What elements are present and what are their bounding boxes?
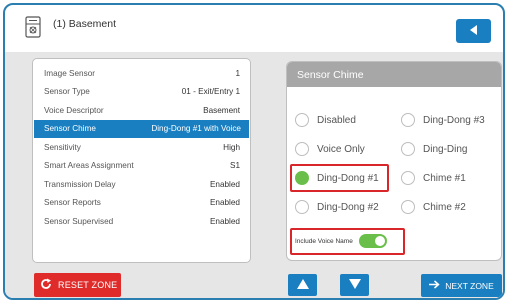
reset-zone-button[interactable]: RESET ZONE [34,273,121,297]
setting-value: 01 - Exit/Entry 1 [181,87,240,97]
list-item[interactable]: Sensor Reports Enabled [33,194,250,213]
setting-label: Sensor Chime [44,124,96,134]
setting-value: Enabled [209,179,240,189]
setting-label: Sensor Supervised [44,216,114,226]
voice-toggle-highlight [290,228,405,255]
setting-label: Image Sensor [44,68,95,78]
sensor-device-icon [25,16,41,38]
down-arrow-icon [348,276,361,294]
zone-settings-screen: (1) Basement Image Sensor 1 Sensor Type … [3,3,505,300]
setting-label: Sensor Type [44,87,90,97]
chime-option-disabled[interactable]: Disabled [295,113,356,127]
panel-title: Sensor Chime [287,62,501,87]
chime-option-ding-ding[interactable]: Ding-Ding [401,142,467,156]
selection-highlight [290,164,389,192]
setting-label: Smart Areas Assignment [44,161,134,171]
radio-button[interactable] [401,142,415,156]
move-up-button[interactable] [288,274,317,296]
chime-option-chime-1[interactable]: Chime #1 [401,171,466,185]
list-item[interactable]: Image Sensor 1 [33,64,250,83]
header: (1) Basement [5,5,503,45]
settings-list: Image Sensor 1 Sensor Type 01 - Exit/Ent… [32,58,251,263]
option-label: Ding-Dong #3 [423,114,485,126]
reset-zone-label: RESET ZONE [58,280,118,290]
option-label: Chime #1 [423,172,466,184]
option-label: Chime #2 [423,201,466,213]
radio-button[interactable] [295,142,309,156]
next-zone-button[interactable]: NEXT ZONE [421,274,502,297]
option-label: Voice Only [317,143,365,155]
chime-option-ding-dong-2[interactable]: Ding-Dong #2 [295,200,379,214]
option-label: Ding-Ding [423,143,468,155]
chime-option-ding-dong-3[interactable]: Ding-Dong #3 [401,113,485,127]
radio-button[interactable] [401,171,415,185]
radio-button[interactable] [401,113,415,127]
page-title: (1) Basement [53,18,117,30]
list-item[interactable]: Sensor Type 01 - Exit/Entry 1 [33,83,250,102]
option-label: Ding-Dong #2 [317,201,379,213]
list-item[interactable]: Transmission Delay Enabled [33,175,250,194]
setting-value: 1 [235,68,240,78]
back-button[interactable] [456,19,491,43]
list-item[interactable]: Smart Areas Assignment S1 [33,157,250,176]
setting-label: Voice Descriptor [44,105,104,115]
radio-button[interactable] [295,113,309,127]
back-arrow-icon [469,22,479,40]
setting-label: Sensitivity [44,142,81,152]
setting-label: Transmission Delay [44,179,116,189]
setting-value: Enabled [209,198,240,208]
right-arrow-icon [429,280,440,291]
setting-value: Enabled [209,216,240,226]
radio-button[interactable] [401,200,415,214]
option-label: Disabled [317,114,356,126]
move-down-button[interactable] [340,274,369,296]
up-arrow-icon [296,276,309,294]
refresh-icon [40,278,52,292]
chime-option-chime-2[interactable]: Chime #2 [401,200,466,214]
list-item[interactable]: Sensor Supervised Enabled [33,212,250,231]
setting-value: Basement [203,105,240,115]
list-item[interactable]: Sensitivity High [33,138,250,157]
next-zone-label: NEXT ZONE [445,280,494,291]
setting-value: Ding-Dong #1 with Voice [151,124,241,134]
setting-value: High [223,142,240,152]
radio-button[interactable] [295,200,309,214]
setting-label: Sensor Reports [44,198,101,208]
setting-value: S1 [229,161,240,171]
list-item-selected[interactable]: Sensor Chime Ding-Dong #1 with Voice [34,119,249,138]
list-item[interactable]: Voice Descriptor Basement [33,101,250,120]
sensor-chime-panel: Sensor Chime Disabled Ding-Dong #3 Voice… [286,61,502,261]
chime-option-voice-only[interactable]: Voice Only [295,142,365,156]
